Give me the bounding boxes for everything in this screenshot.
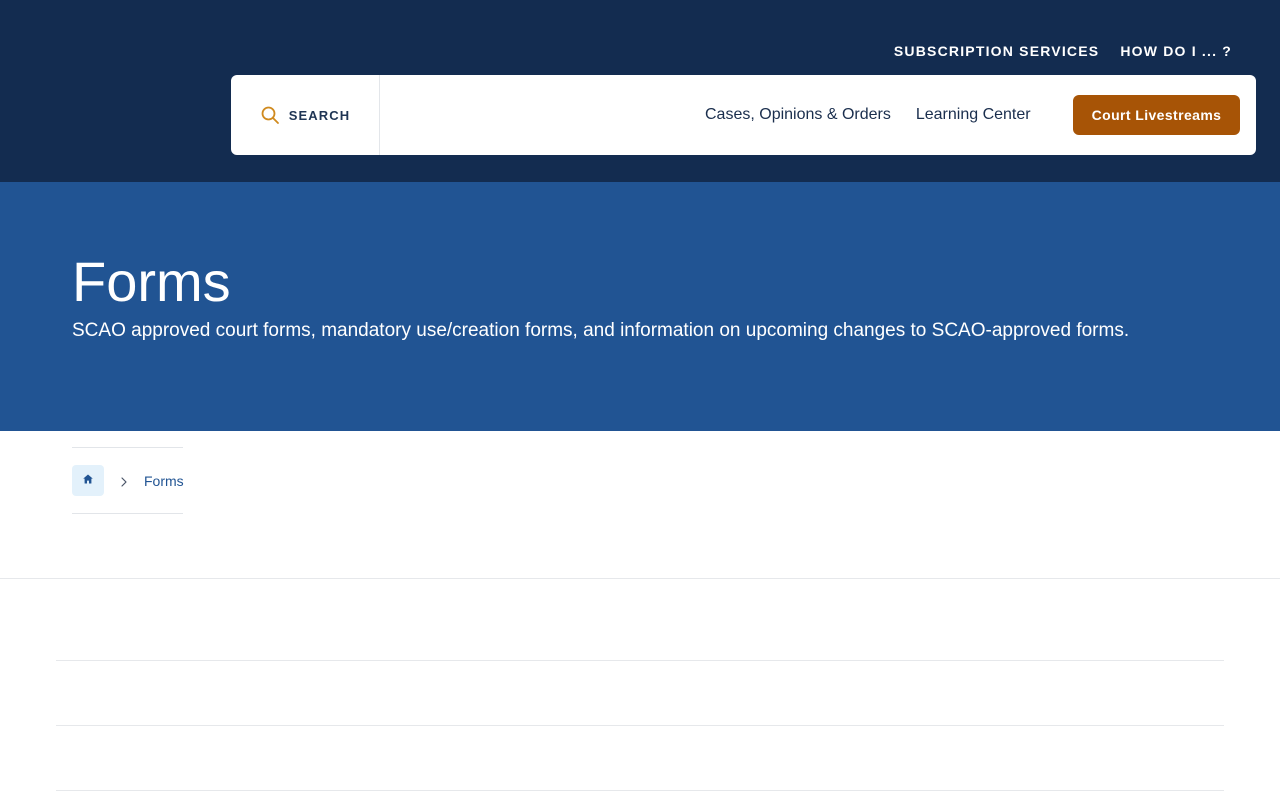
nav-item-learning-center[interactable]: Learning Center — [916, 106, 1031, 124]
page-hero: Forms SCAO approved court forms, mandato… — [0, 182, 1280, 431]
breadcrumb-home-link[interactable] — [72, 465, 104, 496]
breadcrumb-current-forms[interactable]: Forms — [144, 472, 184, 490]
list-row-divider — [56, 790, 1224, 791]
how-do-i-link[interactable]: HOW DO I ... ? — [1120, 41, 1232, 61]
primary-nav: Cases, Opinions & Orders Learning Center — [705, 75, 1031, 155]
page-title: Forms — [72, 250, 231, 313]
page-description: SCAO approved court forms, mandatory use… — [72, 320, 1130, 341]
nav-item-cases-opinions-orders[interactable]: Cases, Opinions & Orders — [705, 106, 891, 124]
search-label: SEARCH — [288, 107, 351, 123]
main-nav-bar: SEARCH Cases, Opinions & Orders Learning… — [231, 75, 1256, 155]
list-row-divider — [56, 725, 1224, 726]
utility-nav: SUBSCRIPTION SERVICES HOW DO I ... ? — [894, 41, 1232, 61]
list-row-divider — [56, 660, 1224, 661]
chevron-right-icon — [119, 475, 129, 487]
breadcrumb: Forms — [72, 447, 184, 514]
home-icon — [82, 472, 94, 490]
search-icon — [260, 105, 280, 125]
search-button[interactable]: SEARCH — [231, 75, 380, 155]
court-livestreams-button[interactable]: Court Livestreams — [1073, 95, 1240, 135]
subscription-services-link[interactable]: SUBSCRIPTION SERVICES — [894, 41, 1099, 61]
section-divider — [0, 578, 1280, 579]
site-header: SUBSCRIPTION SERVICES HOW DO I ... ? SEA… — [0, 0, 1280, 182]
